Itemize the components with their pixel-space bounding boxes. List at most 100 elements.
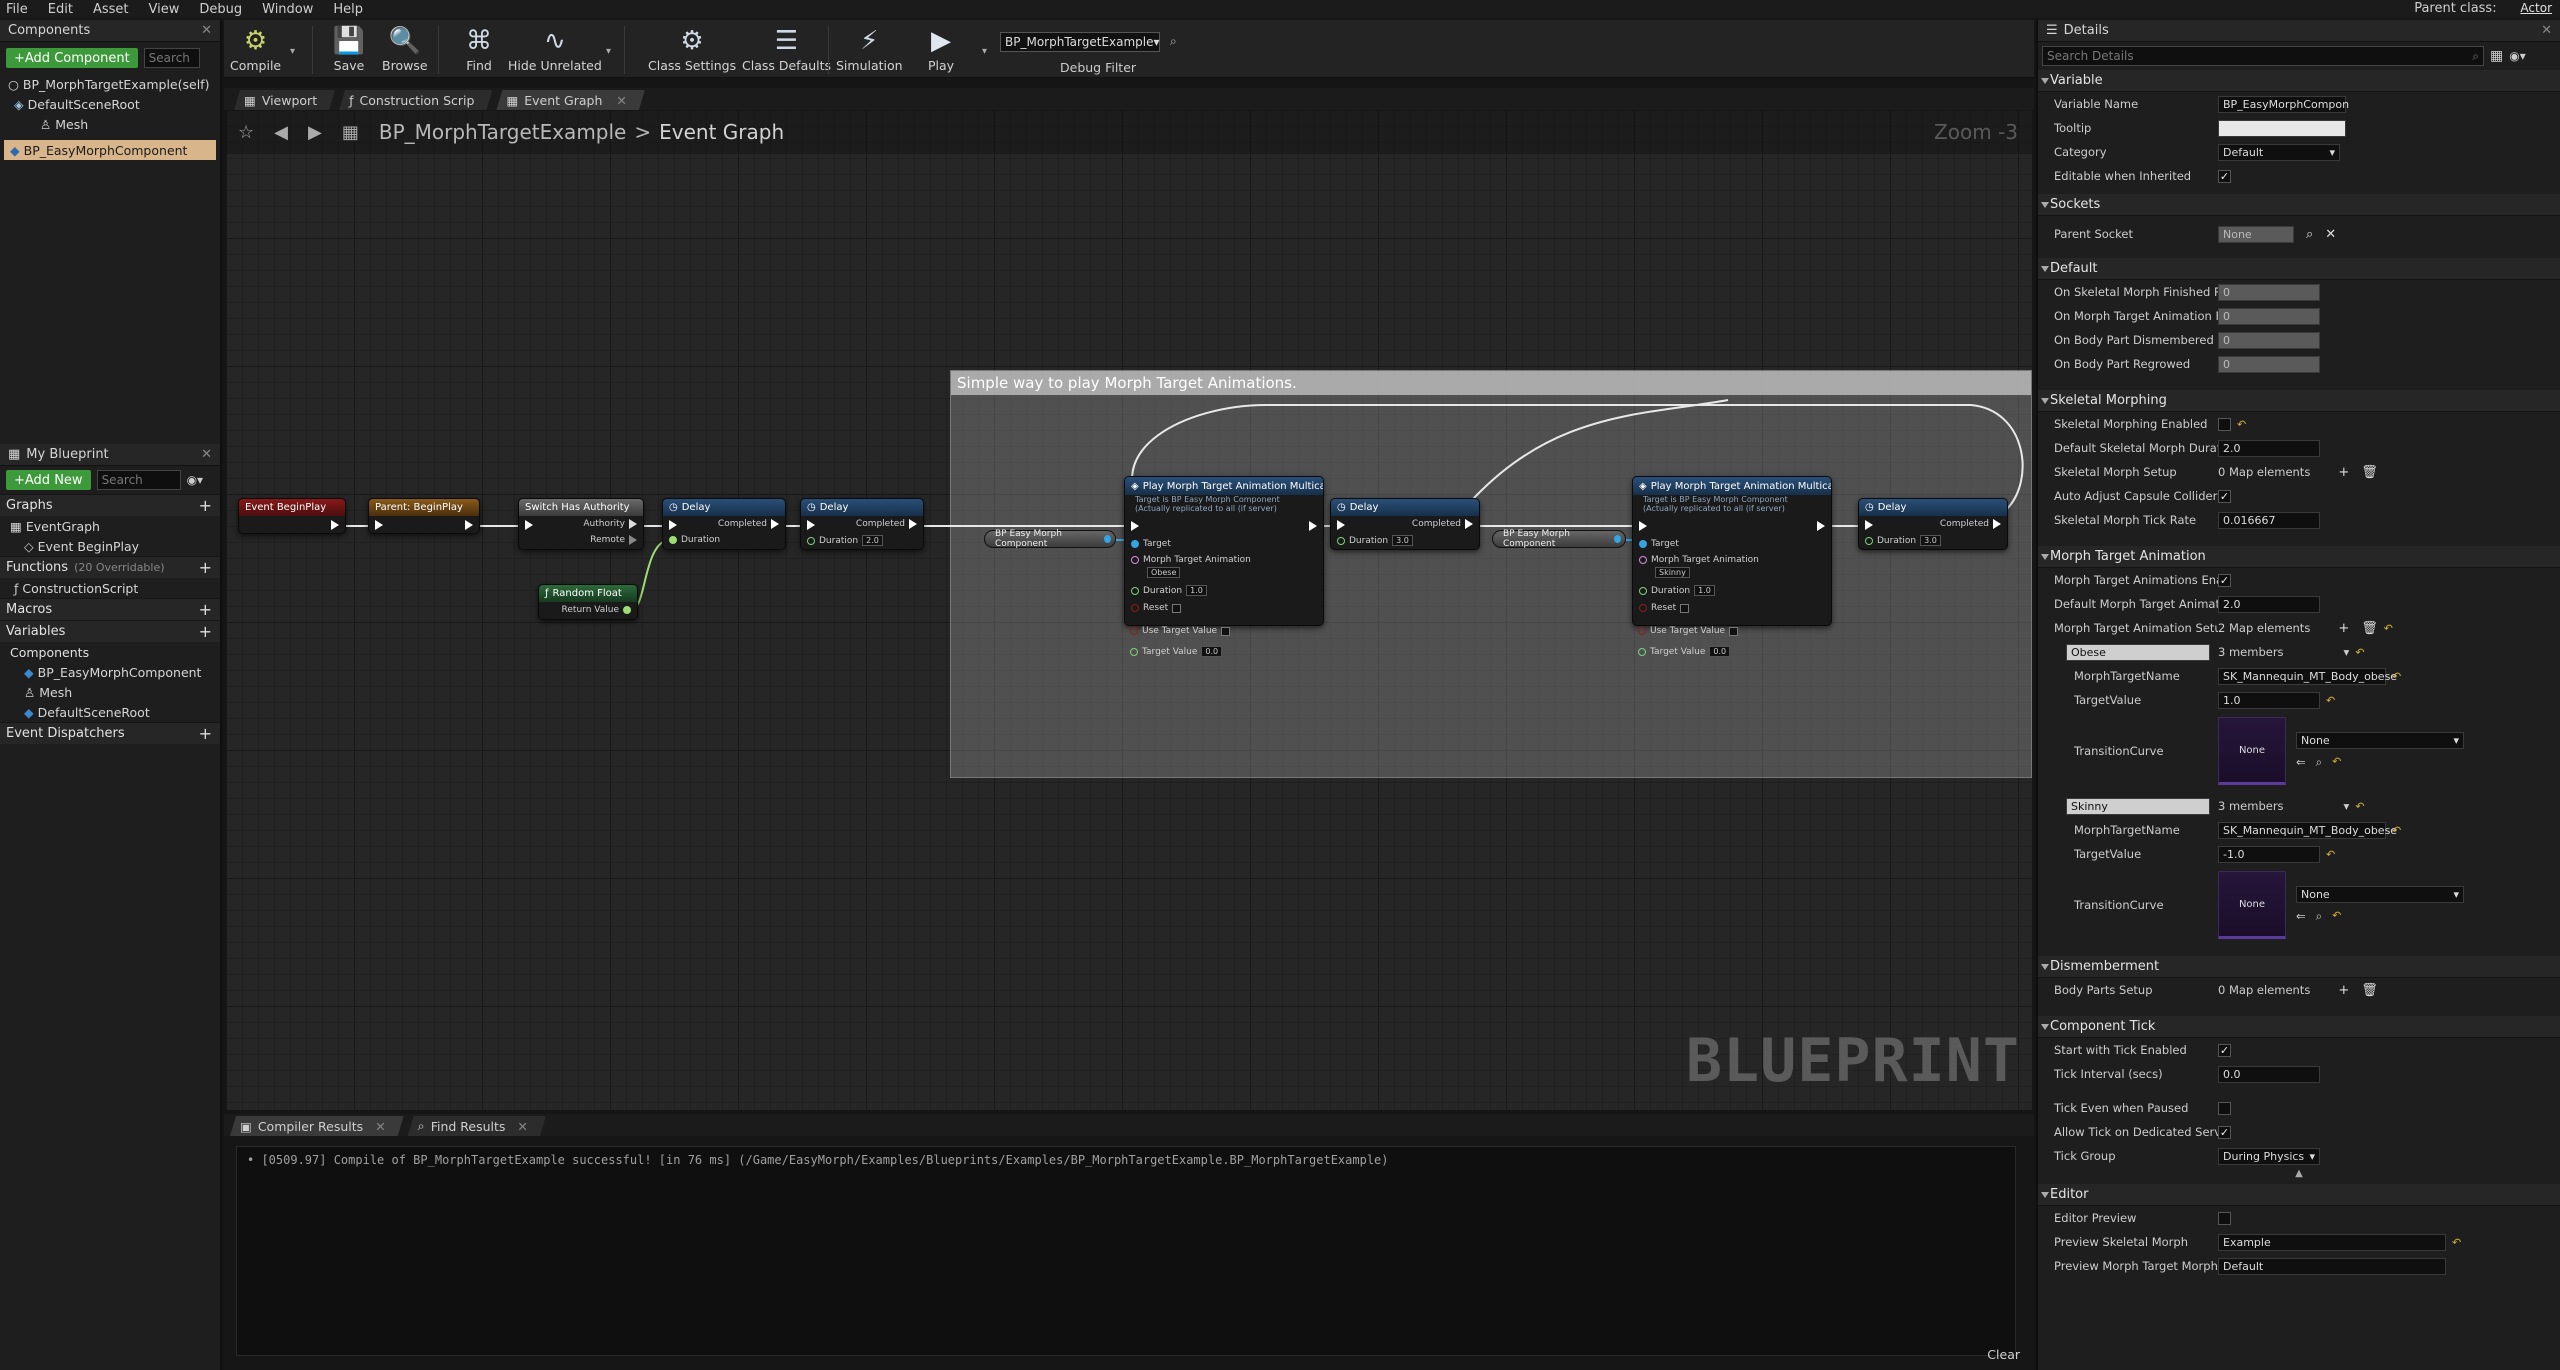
add-component-button[interactable]: +Add Component [6,48,138,68]
tree-item-event-graph[interactable]: ▦ EventGraph [0,516,220,536]
target-value-pin-1[interactable]: Target Value 0.0 [1130,646,1223,657]
hide-unrelated-button[interactable]: ∿ Hide Unrelated [508,24,602,73]
section-skeletal-morphing[interactable]: Skeletal Morphing [2038,390,2560,412]
tick-interval-input[interactable]: 0.0 [2218,1065,2320,1083]
morph-name-input[interactable]: SK_Mannequin_MT_Body_obese [2218,667,2397,685]
duration-value[interactable]: 2.0 [862,535,883,546]
event-binding-value[interactable]: 0 [2218,331,2320,349]
morph-anim-pin[interactable]: Morph Target Animation [1639,555,1759,565]
menu-view[interactable]: View [149,2,180,17]
node-delay-2[interactable]: ◷ Delay Completed Duration 2.0 [800,498,924,550]
morph-name-input[interactable]: SK_Mannequin_MT_Body_obese [2218,821,2397,839]
menu-file[interactable]: File [6,2,28,17]
exec-out-pin[interactable] [1817,521,1825,531]
node-delay-1[interactable]: ◷ Delay Completed Duration [662,498,786,550]
duration-value[interactable]: 1.0 [1186,585,1207,596]
tab-event-graph[interactable]: ▦ Event Graph ✕ [496,90,644,110]
tab-construction-script[interactable]: ƒ Construction Scrip [339,90,492,110]
reset-arrow-icon[interactable]: ↶ [2326,694,2335,707]
section-default[interactable]: Default [2038,258,2560,280]
eye-icon[interactable]: ◉▾ [187,473,204,487]
section-component-tick[interactable]: Component Tick [2038,1016,2560,1038]
duration-value[interactable]: 3.0 [1392,535,1413,546]
browse-button[interactable]: 🔍 Browse [382,24,428,73]
reset-arrow-icon[interactable]: ↶ [2452,1236,2461,1249]
category-select[interactable]: Default ▾ [2218,143,2340,161]
curve-thumbnail[interactable]: None [2218,871,2286,939]
trash-icon[interactable]: 🗑 [2361,621,2378,636]
duration-pin[interactable]: Duration 1.0 [1639,585,1715,596]
node-component-var-1[interactable]: BP Easy Morph Component [984,529,1116,549]
event-binding-value[interactable]: 0 [2218,307,2320,325]
editable-checkbox[interactable]: ✓ [2218,169,2231,183]
menu-window[interactable]: Window [262,2,313,17]
class-defaults-button[interactable]: ☰ Class Defaults [742,24,831,73]
details-tab[interactable]: ☰ Details ✕ [2038,20,2560,42]
browse-icon[interactable]: ⌕ [2316,755,2322,770]
target-pin[interactable]: Target [1639,539,1679,549]
reset-pin[interactable]: Reset [1131,603,1182,613]
details-search-input[interactable]: Search Details ⌕ [2042,46,2484,66]
auto-adjust-checkbox[interactable]: ✓ [2218,489,2231,503]
node-component-var-2[interactable]: BP Easy Morph Component [1492,529,1626,549]
parent-socket-input[interactable]: None [2218,225,2294,243]
class-settings-button[interactable]: ⚙ Class Settings [648,24,736,73]
preview-mt-input[interactable]: Default [2218,1257,2446,1275]
morph-anim-pin[interactable]: Morph Target Animation [1131,555,1251,565]
use-target-pin-2[interactable]: Use Target Value [1638,626,1739,636]
exec-in-pin[interactable] [375,520,383,530]
event-binding-value[interactable]: 0 [2218,283,2320,301]
use-target-pin-1[interactable]: Use Target Value [1130,626,1231,636]
event-graph-canvas[interactable]: ☆ ◀ ▶ ▦ BP_MorphTargetExample > Event Gr… [226,110,2032,1110]
compile-button[interactable]: ⚙ Compile [230,24,281,73]
tree-item-components-group[interactable]: Components [0,642,220,662]
menu-help[interactable]: Help [333,2,363,17]
duration-pin[interactable]: Duration 1.0 [1131,585,1207,596]
tree-item-self[interactable]: ○ BP_MorphTargetExample(self) [0,74,220,94]
reset-arrow-icon[interactable]: ↶ [2332,909,2341,924]
mta-duration-input[interactable]: 2.0 [2218,595,2320,613]
curve-select[interactable]: None ▾ [2296,732,2464,749]
morph-anim-value[interactable]: Skinny [1651,567,1690,578]
node-delay-3[interactable]: ◷ Delay Completed Duration 3.0 [1330,498,1480,550]
target-pin[interactable]: Target [1131,539,1171,549]
tree-item-easy-morph-component[interactable]: ◆ BP_EasyMorphComponent [4,140,216,160]
add-macro-icon[interactable]: + [199,600,212,619]
node-play-multicast-2[interactable]: ◈ Play Morph Target Animation Multicast T… [1632,476,1832,626]
tree-item-event-begin-play[interactable]: ◇ Event BeginPlay [0,536,220,556]
authority-pin[interactable]: Authority [583,519,637,529]
play-button[interactable]: ▶ Play [924,24,958,73]
debug-object-select[interactable]: BP_MorphTargetExample ▾ [1000,32,1160,52]
completed-pin[interactable]: Completed [1940,519,2001,529]
target-value-pin-2[interactable]: Target Value 0.0 [1638,646,1731,657]
menu-asset[interactable]: Asset [93,2,129,17]
use-selected-icon[interactable]: ⇐ [2296,755,2306,770]
reset-arrow-icon[interactable]: ↶ [2392,824,2401,837]
target-value[interactable]: 0.0 [1709,646,1731,657]
simulation-button[interactable]: ⚡ Simulation [836,24,903,73]
node-play-multicast-1[interactable]: ◈ Play Morph Target Animation Multicast T… [1124,476,1324,626]
node-delay-4[interactable]: ◷ Delay Completed Duration 3.0 [1858,498,2008,550]
tree-item-var-mesh[interactable]: ♙ Mesh [0,682,220,702]
editor-preview-checkbox[interactable] [2218,1211,2231,1225]
menu-edit[interactable]: Edit [48,2,73,17]
tick-enabled-checkbox[interactable]: ✓ [2218,1043,2231,1057]
section-morph-target-animation[interactable]: Morph Target Animation [2038,546,2560,568]
exec-in-pin[interactable] [807,520,815,530]
tooltip-input[interactable] [2218,119,2346,137]
section-graphs[interactable]: Graphs + [0,494,220,516]
table-view-icon[interactable]: ▦ [2490,48,2503,64]
menu-debug[interactable]: Debug [199,2,242,17]
save-button[interactable]: 💾 Save [332,24,366,73]
morph-anim-value[interactable]: Obese [1143,567,1181,578]
reset-arrow-icon[interactable]: ↶ [2355,800,2364,813]
duration-value[interactable]: 3.0 [1920,535,1941,546]
my-blueprint-tab[interactable]: ▦ My Blueprint ✕ [0,444,220,466]
section-variables[interactable]: Variables + [0,620,220,642]
clear-icon[interactable]: ✕ [2325,227,2336,242]
hide-unrelated-options-icon[interactable]: ▾ [606,46,611,57]
close-icon[interactable]: ✕ [2541,23,2552,38]
components-tab[interactable]: Components ✕ [0,20,220,42]
reset-pin[interactable]: Reset [1639,603,1690,613]
duration-pin[interactable]: Duration 2.0 [807,535,883,546]
